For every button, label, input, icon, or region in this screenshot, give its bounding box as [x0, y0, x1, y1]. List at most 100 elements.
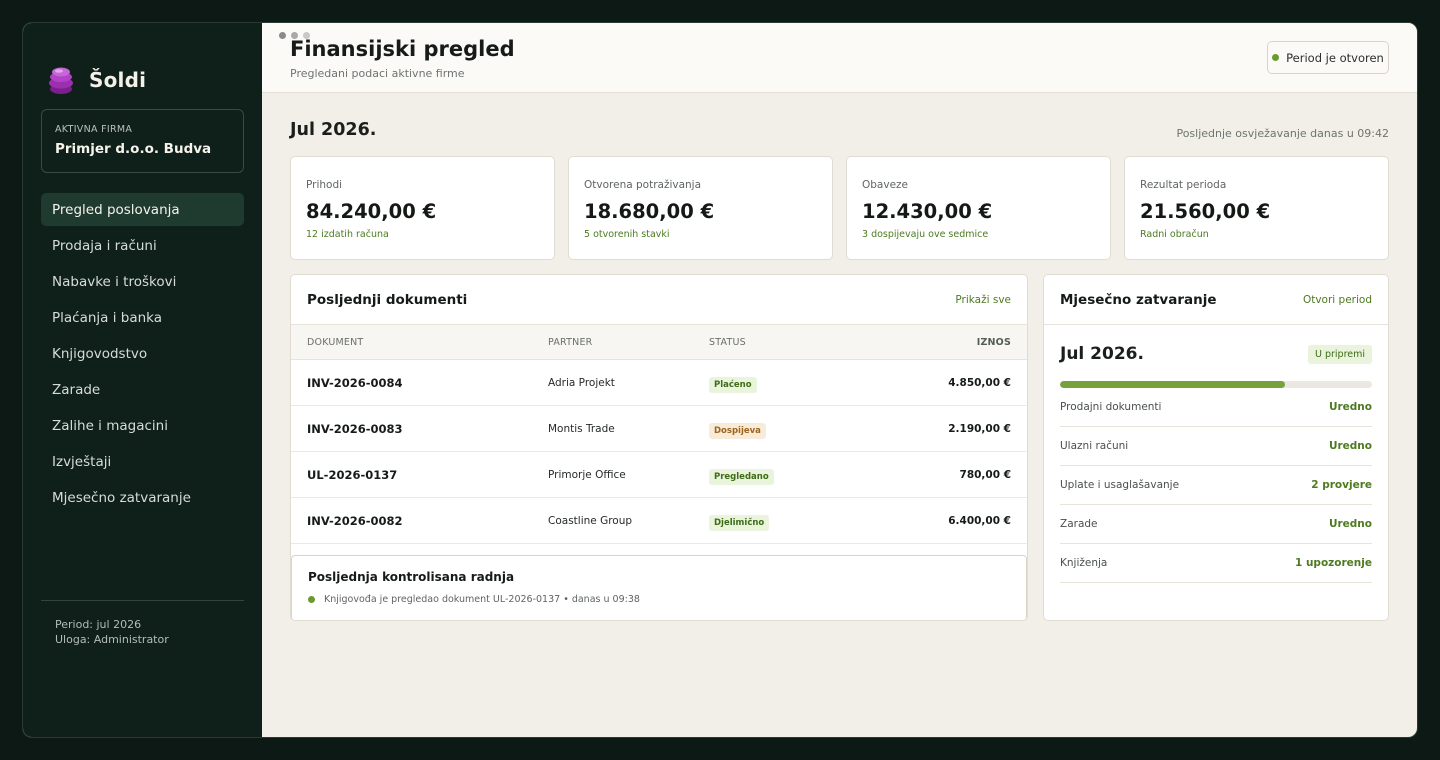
- overview-header: Jul 2026. Posljednje osvježavanje danas …: [290, 120, 1389, 140]
- user-role-text: Uloga: Administrator: [55, 633, 169, 646]
- document-id: INV-2026-0083: [307, 421, 403, 436]
- main-area: Finansijski pregled Pregledani podaci ak…: [262, 23, 1417, 737]
- sidebar-item-nabavke[interactable]: Nabavke i troškovi: [41, 265, 244, 298]
- kpi-card-prihodi[interactable]: Prihodi 84.240,00 € 12 izdatih računa: [290, 156, 555, 260]
- active-firm-name: Primjer d.o.o. Budva: [55, 141, 212, 157]
- check-status: 1 upozorenje: [1295, 557, 1372, 569]
- kpi-card-rezultat[interactable]: Rezultat perioda 21.560,00 € Radni obrač…: [1124, 156, 1389, 260]
- sidebar-item-prodaja[interactable]: Prodaja i računi: [41, 229, 244, 262]
- closing-check-row[interactable]: Ulazni računi Uredno: [1060, 427, 1372, 466]
- closing-progress-fill: [1060, 381, 1285, 388]
- closing-summary: Jul 2026. U pripremi: [1060, 343, 1372, 365]
- app-name: Šoldi: [89, 68, 147, 92]
- kpi-card-potrazivanja[interactable]: Otvorena potraživanja 18.680,00 € 5 otvo…: [568, 156, 833, 260]
- recent-documents-header: Posljednji dokumenti Prikaži sve: [291, 275, 1027, 325]
- kpi-value: 12.430,00 €: [862, 200, 993, 223]
- sidebar-item-knjigovodstvo[interactable]: Knjigovodstvo: [41, 337, 244, 370]
- monthly-closing-panel: Mjesečno zatvaranje Otvori period Jul 20…: [1043, 274, 1389, 621]
- check-label: Ulazni računi: [1060, 440, 1129, 452]
- check-label: Uplate i usaglašavanje: [1060, 479, 1180, 491]
- closing-month: Jul 2026.: [1060, 344, 1144, 364]
- kpi-value: 21.560,00 €: [1140, 200, 1271, 223]
- sidebar-nav: Pregled poslovanja Prodaja i računi Naba…: [41, 193, 244, 514]
- table-row[interactable]: INV-2026-0082 Coastline Group Djelimično…: [291, 498, 1027, 544]
- monthly-closing-body: Jul 2026. U pripremi Prodajni dokumenti …: [1044, 343, 1388, 583]
- kpi-label: Obaveze: [862, 179, 909, 191]
- document-amount: 2.190,00 €: [948, 422, 1011, 435]
- document-id: INV-2026-0084: [307, 375, 403, 390]
- kpi-card-obaveze[interactable]: Obaveze 12.430,00 € 3 dospijevaju ove se…: [846, 156, 1111, 260]
- last-refresh-text: Posljednje osvježavanje danas u 09:42: [1176, 127, 1389, 140]
- recent-documents-panel: Posljednji dokumenti Prikaži sve DOKUMEN…: [290, 274, 1028, 621]
- window-controls: [279, 32, 310, 39]
- document-id: INV-2026-0082: [307, 513, 403, 528]
- kpi-note: 5 otvorenih stavki: [584, 229, 670, 240]
- table-row[interactable]: INV-2026-0084 Adria Projekt Plaćeno 4.85…: [291, 360, 1027, 406]
- status-dot-icon: [1272, 54, 1280, 61]
- recent-documents-title: Posljednji dokumenti: [307, 291, 468, 308]
- overview-month: Jul 2026.: [290, 120, 377, 140]
- table-header: DOKUMENT PARTNER STATUS IZNOS: [291, 325, 1027, 360]
- kpi-note: Radni obračun: [1140, 229, 1209, 240]
- status-badge: Djelimično: [709, 515, 770, 531]
- sidebar-item-zatvaranje[interactable]: Mjesečno zatvaranje: [41, 481, 244, 514]
- kpi-value: 18.680,00 €: [584, 200, 715, 223]
- sidebar-item-zalihe[interactable]: Zalihe i magacini: [41, 409, 244, 442]
- window-dot-icon[interactable]: [303, 32, 310, 39]
- lower-panels: Posljednji dokumenti Prikaži sve DOKUMEN…: [290, 274, 1389, 621]
- check-status: Uredno: [1328, 401, 1372, 413]
- column-header-partner[interactable]: PARTNER: [548, 337, 709, 348]
- active-firm-label: AKTIVNA FIRMA: [55, 124, 133, 135]
- status-dot-icon: [308, 596, 315, 603]
- active-firm-selector[interactable]: AKTIVNA FIRMA Primjer d.o.o. Budva: [41, 109, 244, 173]
- last-action-entry: Knjigovođa je pregledao dokument UL-2026…: [308, 594, 1010, 605]
- page-title: Finansijski pregled: [290, 37, 515, 61]
- sidebar-item-izvjestaji[interactable]: Izvještaji: [41, 445, 244, 478]
- check-status: Uredno: [1328, 440, 1372, 452]
- table-row[interactable]: UL-2026-0137 Primorje Office Pregledano …: [291, 452, 1027, 498]
- kpi-label: Prihodi: [306, 179, 343, 191]
- open-period-link[interactable]: Otvori period: [1303, 294, 1372, 306]
- sidebar-item-placanja[interactable]: Plaćanja i banka: [41, 301, 244, 334]
- partner-name: Adria Projekt: [548, 376, 615, 389]
- show-all-link[interactable]: Prikaži sve: [955, 294, 1011, 306]
- check-status: 2 provjere: [1311, 479, 1372, 491]
- last-controlled-action: Posljednja kontrolisana radnja Knjigovođ…: [291, 555, 1027, 620]
- brand[interactable]: Šoldi: [41, 23, 244, 109]
- sidebar: Šoldi AKTIVNA FIRMA Primjer d.o.o. Budva…: [23, 23, 262, 737]
- closing-check-row[interactable]: Prodajni dokumenti Uredno: [1060, 388, 1372, 427]
- closing-check-row[interactable]: Zarade Uredno: [1060, 505, 1372, 544]
- top-bar: Finansijski pregled Pregledani podaci ak…: [262, 23, 1417, 93]
- check-label: Zarade: [1060, 518, 1098, 530]
- window-dot-icon[interactable]: [279, 32, 286, 39]
- status-badge: Pregledano: [709, 469, 774, 485]
- period-status-button[interactable]: Period je otvoren: [1267, 41, 1389, 74]
- kpi-label: Otvorena potraživanja: [584, 179, 702, 191]
- check-status: Uredno: [1328, 518, 1372, 530]
- status-badge: Dospijeva: [709, 423, 766, 439]
- window-dot-icon[interactable]: [291, 32, 298, 39]
- sidebar-item-pregled-poslovanja[interactable]: Pregled poslovanja: [41, 193, 244, 226]
- monthly-closing-title: Mjesečno zatvaranje: [1060, 291, 1217, 308]
- sidebar-item-zarade[interactable]: Zarade: [41, 373, 244, 406]
- partner-name: Coastline Group: [548, 514, 633, 527]
- closing-check-row[interactable]: Knjiženja 1 upozorenje: [1060, 544, 1372, 583]
- column-header-status[interactable]: STATUS: [709, 337, 859, 348]
- table-row[interactable]: INV-2026-0083 Montis Trade Dospijeva 2.1…: [291, 406, 1027, 452]
- kpi-value: 84.240,00 €: [306, 200, 437, 223]
- sidebar-footer: Period: jul 2026 Uloga: Administrator: [41, 600, 244, 647]
- last-action-title: Posljednja kontrolisana radnja: [308, 570, 515, 584]
- kpi-note: 12 izdatih računa: [306, 229, 389, 240]
- column-header-amount[interactable]: IZNOS: [859, 337, 1011, 348]
- check-label: Prodajni dokumenti: [1060, 401, 1162, 413]
- check-label: Knjiženja: [1060, 557, 1108, 569]
- dashboard-content: Jul 2026. Posljednje osvježavanje danas …: [262, 120, 1417, 621]
- page-subtitle: Pregledani podaci aktivne firme: [290, 67, 465, 80]
- closing-check-row[interactable]: Uplate i usaglašavanje 2 provjere: [1060, 466, 1372, 505]
- closing-progress-bar: [1060, 381, 1372, 388]
- document-amount: 6.400,00 €: [948, 514, 1011, 527]
- kpi-note: 3 dospijevaju ove sedmice: [862, 229, 989, 240]
- coin-stack-logo-icon: [47, 65, 75, 95]
- kpi-label: Rezultat perioda: [1140, 179, 1227, 191]
- column-header-document[interactable]: DOKUMENT: [307, 337, 548, 348]
